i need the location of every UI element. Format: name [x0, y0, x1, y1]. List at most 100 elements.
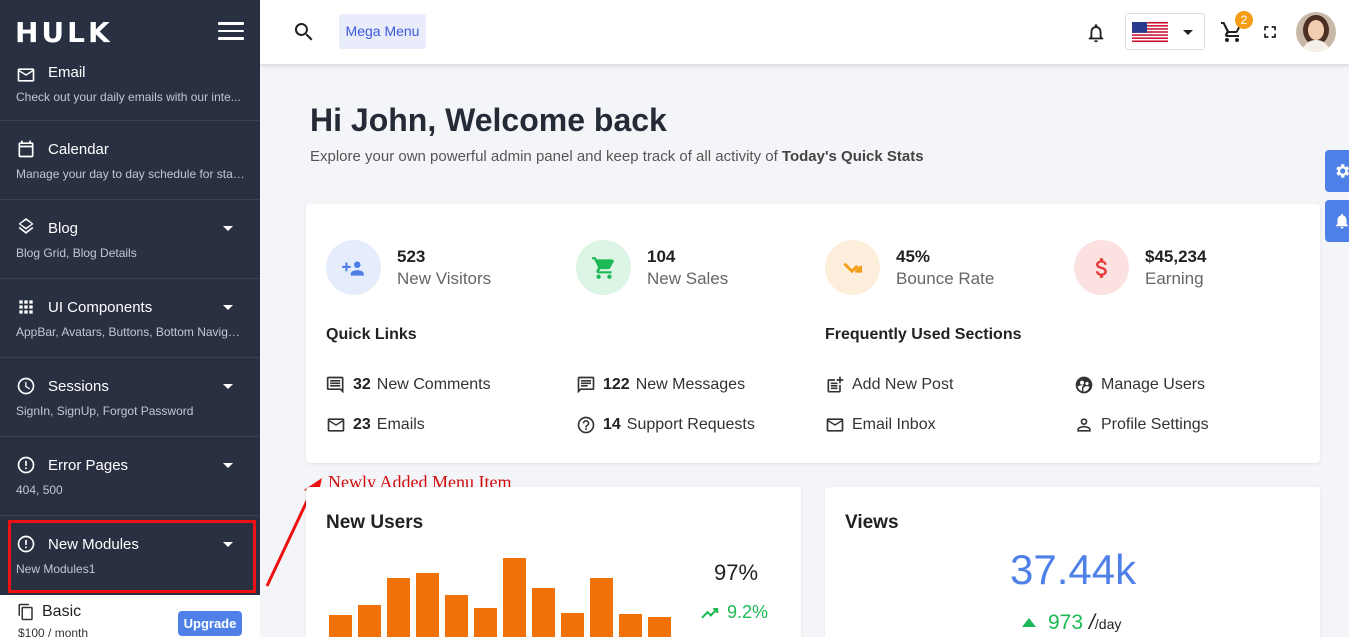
bar	[532, 588, 555, 637]
page-subtitle: Explore your own powerful admin panel an…	[310, 148, 924, 165]
sidebar-item-title: Error Pages	[48, 457, 129, 474]
stat-label: Bounce Rate	[896, 269, 995, 288]
sidebar-item-sub: SignIn, SignUp, Forgot Password	[16, 404, 194, 418]
bar	[503, 558, 526, 637]
sidebar-item-new-modules[interactable]: New Modules New Modules1	[0, 516, 260, 595]
logo: HULK	[15, 16, 113, 49]
us-flag-icon	[1132, 22, 1168, 42]
views-value: 37.44k	[1010, 546, 1137, 593]
hamburger-menu-icon[interactable]	[218, 22, 244, 42]
chevron-down-icon	[223, 542, 233, 547]
page-title: Hi John, Welcome back	[310, 102, 667, 138]
bar	[445, 595, 468, 637]
sidebar-item-title: Blog	[48, 220, 79, 237]
sidebar-item-ui-components[interactable]: UI Components AppBar, Avatars, Buttons, …	[0, 279, 260, 358]
calendar-icon	[18, 140, 34, 158]
logo-bar: HULK	[0, 0, 260, 64]
stat-value: 45%	[896, 247, 931, 266]
stat-bounce-rate: 45% Bounce Rate	[825, 240, 1055, 296]
quick-links-title: Quick Links	[326, 326, 417, 343]
fullscreen-icon[interactable]	[1260, 22, 1280, 42]
cart-count-badge: 2	[1235, 11, 1253, 29]
stat-value: 523	[397, 247, 426, 266]
message-icon	[577, 376, 595, 394]
bar	[590, 578, 613, 637]
bar	[387, 578, 410, 637]
gear-icon	[1336, 164, 1349, 178]
chevron-down-icon	[223, 384, 233, 389]
mega-menu-button[interactable]: Mega Menu	[339, 14, 426, 49]
frequent-sections-title: Frequently Used Sections	[825, 326, 1022, 343]
avatar[interactable]	[1296, 12, 1336, 52]
top-header: Mega Menu 2	[260, 0, 1349, 64]
stat-earning: $45,234 Earning	[1074, 240, 1304, 296]
mail-icon	[17, 68, 35, 82]
comment-icon	[326, 376, 344, 394]
sidebar-item-sub: AppBar, Avatars, Buttons, Bottom Navigat…	[16, 325, 246, 339]
person-icon	[1077, 418, 1091, 432]
arrow-up-icon	[1022, 618, 1036, 627]
layers-icon	[18, 218, 34, 234]
post-add-icon	[827, 376, 844, 393]
people-icon	[326, 240, 381, 295]
views-title: Views	[845, 512, 899, 533]
alert-icon	[17, 535, 35, 553]
dollar-icon	[1074, 240, 1129, 295]
sidebar-item-calendar[interactable]: Calendar Manage your day to day schedule…	[0, 121, 260, 200]
new-users-title: New Users	[326, 512, 424, 533]
trending-up-icon	[701, 607, 719, 619]
sidebar-item-sessions[interactable]: Sessions SignIn, SignUp, Forgot Password	[0, 358, 260, 437]
bell-icon[interactable]	[1085, 21, 1107, 45]
sidebar-item-blog[interactable]: Blog Blog Grid, Blog Details	[0, 200, 260, 279]
views-per-day: 973//day	[1022, 611, 1121, 635]
chevron-down-icon	[223, 463, 233, 468]
sidebar-item-sub: Blog Grid, Blog Details	[16, 246, 137, 260]
bar	[329, 615, 352, 637]
sidebar-item-sub: Manage your day to day schedule for staf…	[16, 167, 246, 181]
sidebar-item-sub: New Modules1	[16, 562, 96, 576]
stat-value: 104	[647, 247, 676, 266]
plan-name: Basic	[42, 603, 82, 620]
bar	[561, 613, 584, 637]
settings-float-button[interactable]	[1325, 150, 1349, 192]
bell-icon	[1336, 213, 1348, 229]
search-icon[interactable]	[292, 20, 316, 44]
language-selector[interactable]	[1125, 13, 1205, 50]
copy-icon	[18, 603, 33, 621]
clock-icon	[17, 377, 35, 395]
sidebar-item-title: Email	[48, 64, 86, 81]
stat-label: New Sales	[647, 269, 729, 288]
alert-icon	[17, 456, 35, 474]
notification-float-button[interactable]	[1325, 200, 1349, 242]
bar	[619, 614, 642, 637]
sidebar-item-title: Sessions	[48, 378, 109, 395]
stat-label: New Visitors	[397, 269, 492, 288]
stat-value: $45,234	[1145, 247, 1207, 266]
stat-new-sales: 104 New Sales	[576, 240, 806, 296]
manage-users-icon	[1075, 376, 1093, 394]
bar	[358, 605, 381, 637]
chevron-down-icon	[223, 305, 233, 310]
stat-label: Earning	[1145, 269, 1204, 288]
plan-price: $100 / month	[18, 626, 89, 637]
help-icon	[577, 416, 595, 434]
bar	[474, 608, 497, 637]
bounce-icon	[825, 240, 880, 295]
sidebar-item-title: New Modules	[48, 536, 139, 553]
sidebar-item-title: Calendar	[48, 141, 109, 158]
sidebar-item-title: UI Components	[48, 299, 153, 316]
bar	[648, 617, 671, 637]
upgrade-button[interactable]: Upgrade	[178, 611, 242, 636]
grid-icon	[19, 300, 33, 314]
mail-icon	[826, 418, 844, 432]
stat-new-visitors: 523 New Visitors	[326, 240, 556, 296]
mail-icon	[327, 418, 345, 432]
sidebar-item-sub: Check out your daily emails with our int…	[16, 90, 241, 104]
bar	[416, 573, 439, 637]
new-users-percent: 97%	[714, 560, 759, 585]
sidebar: HULK Email Check out your daily emails w…	[0, 0, 260, 637]
chevron-down-icon	[1183, 30, 1193, 35]
sidebar-item-error-pages[interactable]: Error Pages 404, 500	[0, 437, 260, 516]
cart-icon	[576, 240, 631, 295]
plan-panel: Basic $100 / month Upgrade	[0, 595, 260, 637]
